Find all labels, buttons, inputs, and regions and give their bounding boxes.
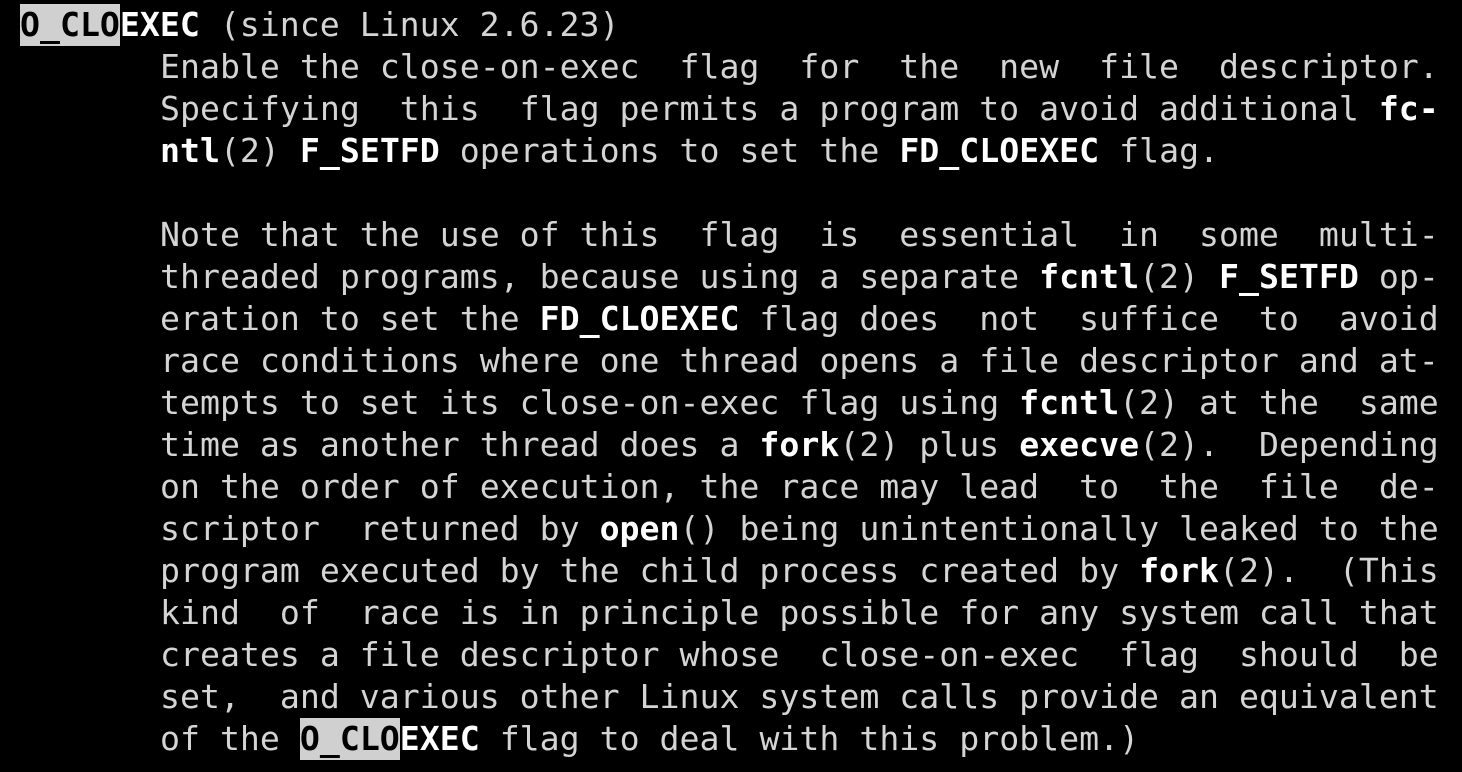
plain-text: flag. [1099, 131, 1220, 170]
text-line: set, and various other Linux system call… [160, 676, 1439, 718]
plain-text: Note that the use of this flag is essent… [160, 215, 1439, 254]
plain-text: program executed by the child process cr… [160, 551, 1140, 590]
plain-text: race conditions where one thread opens a… [160, 341, 1439, 380]
plain-text: tempts to set its close-on-exec flag usi… [160, 383, 1020, 422]
terminal-man-page[interactable]: O_CLO EXEC (since Linux 2.6.23) Enable the… [0, 0, 1462, 772]
text-line: creates a file descriptor whose close-on… [160, 634, 1439, 676]
text-line: Specifying this flag permits a program t… [160, 88, 1439, 130]
bold-keyword: fc- [1378, 89, 1439, 128]
plain-text: Specifying this flag permits a program t… [160, 89, 1379, 128]
bold-keyword: fork [759, 425, 840, 464]
text-line: time as another thread does a fork (2) pl… [160, 424, 1439, 466]
text-line: on the order of execution, the race may … [160, 466, 1439, 508]
bold-keyword: fork [1139, 551, 1219, 590]
text-line: Note that the use of this flag is essent… [160, 214, 1439, 256]
text-line: Enable the close-on-exec flag for the ne… [160, 46, 1439, 88]
search-highlight: O_CLO [20, 4, 120, 46]
text-line: eration to set the FD_CLOEXEC flag does … [160, 298, 1439, 340]
plain-text: kind of race is in principle possible fo… [160, 593, 1439, 632]
text-line: threaded programs, because using a separ… [160, 256, 1439, 298]
plain-text: threaded programs, because using a separ… [160, 257, 1040, 296]
search-highlight: O_CLO [299, 718, 400, 760]
plain-text: (2) [219, 131, 300, 170]
bold-keyword: fcntl [1039, 257, 1140, 296]
plain-text: (2). (This [1219, 551, 1439, 590]
plain-text: (2). Depending [1139, 425, 1439, 464]
text-line: program executed by the child process cr… [160, 550, 1439, 592]
plain-text: op- [1358, 257, 1439, 296]
plain-text: set, and various other Linux system call… [160, 677, 1439, 716]
plain-text: on the order of execution, the race may … [160, 467, 1439, 506]
text-line: ntl (2) F_SETFD operations to set the FD_… [160, 130, 1219, 172]
plain-text: Enable the close-on-exec flag for the ne… [160, 47, 1439, 86]
plain-text: flag does not suffice to avoid [739, 299, 1439, 338]
bold-keyword: FD_CLOEXEC [539, 299, 740, 338]
plain-text: (2) at the same [1119, 383, 1439, 422]
plain-text: scriptor returned by [160, 509, 600, 548]
plain-text: operations to set the [439, 131, 900, 170]
plain-text: eration to set the [160, 299, 540, 338]
bold-keyword: EXEC [119, 5, 200, 44]
plain-text: creates a file descriptor whose close-on… [160, 635, 1439, 674]
bold-keyword: FD_CLOEXEC [899, 131, 1100, 170]
bold-keyword: execve [1019, 425, 1140, 464]
text-line: scriptor returned by open() being uninte… [160, 508, 1439, 550]
text-line: O_CLO EXEC (since Linux 2.6.23) [20, 4, 619, 46]
plain-text: time as another thread does a [160, 425, 760, 464]
text-line: of the O_CLO EXEC flag to deal with this … [160, 718, 1139, 760]
bold-keyword: F_SETFD [299, 131, 440, 170]
bold-keyword: ntl [160, 131, 220, 170]
text-line: race conditions where one thread opens a… [160, 340, 1439, 382]
bold-keyword: fcntl [1019, 383, 1120, 422]
bold-keyword: EXEC [399, 719, 480, 758]
text-line: kind of race is in principle possible fo… [160, 592, 1439, 634]
plain-text: () being unintentionally leaked to the [679, 509, 1439, 548]
plain-text: flag to deal with this problem.) [479, 719, 1140, 758]
bold-keyword: F_SETFD [1219, 257, 1359, 296]
plain-text: (2) [1139, 257, 1219, 296]
plain-text: (since Linux 2.6.23) [199, 5, 620, 44]
bold-keyword: open [599, 509, 680, 548]
text-line: tempts to set its close-on-exec flag usi… [160, 382, 1439, 424]
plain-text: (2) plus [839, 425, 1020, 464]
plain-text: of the [160, 719, 300, 758]
